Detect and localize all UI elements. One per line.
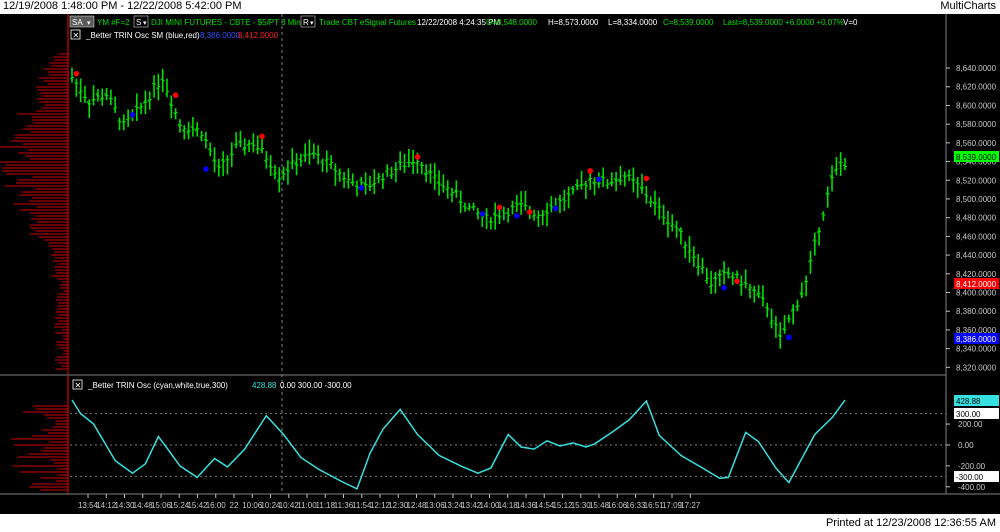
indicator-sm-value1: 8,386.0000 xyxy=(200,31,241,40)
price-axis-label: 8,520.0000 xyxy=(956,176,997,185)
time-axis-label: 11:36 xyxy=(334,501,354,510)
price-axis-label: 8,600.0000 xyxy=(956,101,997,110)
chart-svg[interactable]: 8,640.0000 8,620.0000 8,600.0000 8,580.0000… xyxy=(0,14,1000,514)
price-axis-label: 8,340.0000 xyxy=(956,345,997,354)
osc-300-tag-label: 300.00 xyxy=(956,410,981,419)
red-price-tag-label: 8,412.0000 xyxy=(956,280,997,289)
osc-axis-label: 0.00 xyxy=(958,441,974,450)
last-price-tag-label: 8,539.0000 xyxy=(956,153,997,162)
price-axis-label: 8,580.0000 xyxy=(956,120,997,129)
close-icon: ✕ xyxy=(73,31,80,40)
red-signal-dot xyxy=(259,133,265,140)
indicator-osc-value: 428.88 xyxy=(252,381,277,390)
price-axis-label: 8,620.0000 xyxy=(956,83,997,92)
printed-timestamp: Printed at 12/23/2008 12:36:55 AM xyxy=(825,517,996,529)
osc-axis-label: -400.00 xyxy=(958,483,986,492)
close-icon: ✕ xyxy=(75,381,82,390)
red-signal-dot xyxy=(526,209,533,215)
title-bar: 12/19/2008 1:48:00 PM - 12/22/2008 5:42:… xyxy=(0,0,1000,14)
sa-button-label: SA xyxy=(72,18,83,27)
close-value: C=8,539.0000 xyxy=(663,18,714,27)
red-signal-dot xyxy=(587,168,594,174)
s-dropdown-icon[interactable]: ▾ xyxy=(143,20,147,27)
price-bar-open-tick xyxy=(467,207,470,210)
price-bar-open-tick xyxy=(462,205,466,208)
instrument-label: DJI MINI FUTURES - CBTE - $5/PT 3 Minute… xyxy=(151,18,316,27)
time-axis-label: 17:27 xyxy=(680,501,701,510)
price-axis-label: 8,440.0000 xyxy=(956,251,997,260)
osc-last-tag-label: 428.88 xyxy=(956,397,981,406)
blue-signal-dot xyxy=(596,176,602,183)
open-value: O=8,548.0000 xyxy=(486,18,537,27)
r-button-label: R xyxy=(303,18,309,27)
blue-signal-dot xyxy=(721,285,727,291)
red-signal-dot xyxy=(734,278,740,285)
indicator-sm-name: _Better TRIN Osc SM (blue,red) xyxy=(85,31,200,40)
price-bar-open-tick xyxy=(91,98,94,101)
blue-signal-dot xyxy=(203,166,209,172)
price-axis-label: 8,480.0000 xyxy=(956,214,997,223)
price-bar-open-tick xyxy=(233,143,237,146)
time-axis-label: 11:00 xyxy=(297,501,317,510)
price-bar-open-tick xyxy=(290,162,293,164)
time-axis-label: 16:00 xyxy=(206,501,227,510)
low-value: L=8,334.0000 xyxy=(608,18,658,27)
footer: Printed at 12/23/2008 12:36:55 AM xyxy=(0,514,1000,532)
blue-signal-dot xyxy=(358,184,365,191)
price-bar-open-tick xyxy=(151,83,155,85)
red-signal-dot xyxy=(414,154,421,160)
red-signal-dot xyxy=(73,70,80,77)
time-axis-label: 10:42 xyxy=(279,501,300,510)
blue-signal-dot xyxy=(513,213,520,219)
price-axis-label: 8,420.0000 xyxy=(956,270,997,279)
indicator-sm-value2: 8,412.0000 xyxy=(238,31,279,40)
price-axis-label: 8,400.0000 xyxy=(956,289,997,298)
price-bar-open-tick xyxy=(346,181,349,183)
indicator-osc-params: 0.00 300.00 -300.00 xyxy=(280,381,352,390)
price-bar-open-tick xyxy=(596,182,600,185)
sa-dropdown-icon[interactable]: ▾ xyxy=(87,20,91,27)
price-bar-open-tick xyxy=(838,161,841,164)
blue-signal-dot xyxy=(552,205,559,212)
price-bar-open-tick xyxy=(536,216,539,219)
indicator-osc-legend: ✕ _Better TRIN Osc (cyan,white,true,300)… xyxy=(72,379,352,390)
time-axis-label: 11:18 xyxy=(316,501,336,510)
indicator-sm-legend: ✕ _Better TRIN Osc SM (blue,red) 8,386.0… xyxy=(70,29,279,40)
r-dropdown-icon[interactable]: ▾ xyxy=(310,20,314,27)
price-bar-open-tick xyxy=(747,288,751,291)
blue-price-tag-label: 8,386.0000 xyxy=(956,335,997,344)
price-bar-open-tick xyxy=(626,174,630,177)
price-axis-label: 8,320.0000 xyxy=(956,363,997,372)
date-range: 12/19/2008 1:48:00 PM - 12/22/2008 5:42:… xyxy=(3,0,242,12)
price-bar-open-tick xyxy=(134,105,137,108)
osc-axis-label: -200.00 xyxy=(958,462,986,471)
price-axis-label: 8,500.0000 xyxy=(956,195,997,204)
chart-area[interactable]: 8,640.0000 8,620.0000 8,600.0000 8,580.0000… xyxy=(0,14,1000,514)
price-axis-label: 8,640.0000 xyxy=(956,64,997,73)
time-axis-label: 22 xyxy=(230,501,239,510)
symbol-label: YM #F=2 xyxy=(97,18,130,27)
header-bar: SA ▾ YM #F=2 S ▾ DJI MINI FUTURES - CBTE… xyxy=(69,15,858,28)
volume-value: V=0 xyxy=(843,18,858,27)
price-bar-open-tick xyxy=(700,267,703,270)
high-value: H=8,573.0000 xyxy=(548,18,599,27)
red-signal-dot xyxy=(172,92,179,98)
price-axis-label: 8,460.0000 xyxy=(956,232,997,241)
s-button-label: S xyxy=(136,18,141,27)
price-axis-label: 8,560.0000 xyxy=(956,139,997,148)
last-value: Last=8,539.0000 +6.0000 +0.07% xyxy=(723,18,844,27)
osc-axis-label: 200.00 xyxy=(958,420,983,429)
app-name: MultiCharts xyxy=(940,0,996,12)
chart-background xyxy=(0,14,1000,514)
blue-signal-dot xyxy=(786,334,792,341)
indicator-osc-name: _Better TRIN Osc (cyan,white,true,300) xyxy=(87,381,228,390)
blue-signal-dot xyxy=(479,211,486,217)
red-signal-dot xyxy=(643,175,650,182)
price-bar-open-tick xyxy=(225,158,228,160)
osc-neg300-tag-label: -300.00 xyxy=(956,473,984,482)
blue-signal-dot xyxy=(129,111,136,118)
red-signal-dot xyxy=(496,204,503,211)
price-axis-label: 8,380.0000 xyxy=(956,307,997,316)
mode-label: Trade CBT eSignal Futures xyxy=(319,18,416,27)
